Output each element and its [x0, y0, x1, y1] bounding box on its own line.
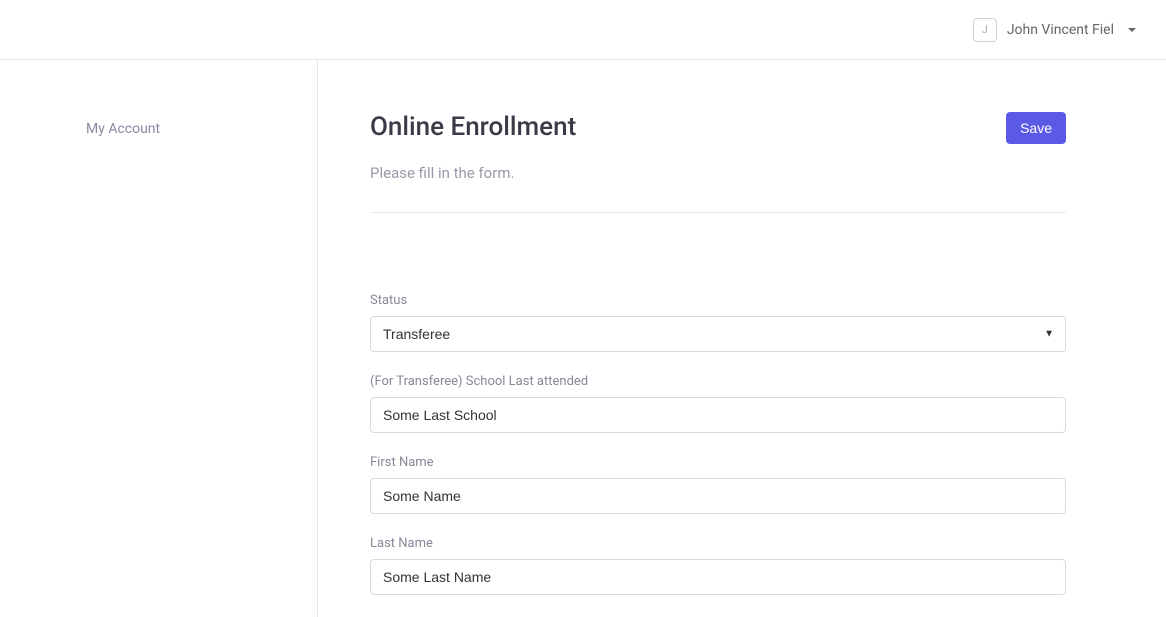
status-label: Status: [370, 293, 1066, 308]
user-name: John Vincent Fiel: [1007, 22, 1114, 38]
first-name-input[interactable]: [370, 478, 1066, 514]
last-name-input[interactable]: [370, 559, 1066, 595]
user-menu[interactable]: J John Vincent Fiel: [973, 18, 1136, 42]
page-subtitle: Please fill in the form.: [370, 164, 1066, 182]
first-name-label: First Name: [370, 455, 1066, 470]
form-group-school-last: (For Transferee) School Last attended: [370, 374, 1066, 433]
form-group-first-name: First Name: [370, 455, 1066, 514]
chevron-down-icon: [1128, 28, 1136, 32]
save-button[interactable]: Save: [1006, 112, 1066, 144]
school-last-input[interactable]: [370, 397, 1066, 433]
avatar: J: [973, 18, 997, 42]
school-last-label: (For Transferee) School Last attended: [370, 374, 1066, 389]
last-name-label: Last Name: [370, 536, 1066, 551]
status-select[interactable]: Transferee: [370, 316, 1066, 352]
sidebar-item-my-account[interactable]: My Account: [86, 121, 160, 137]
avatar-initial: J: [982, 23, 988, 36]
page-title: Online Enrollment: [370, 112, 576, 142]
form-group-status: Status Transferee ▼: [370, 293, 1066, 352]
form-group-last-name: Last Name: [370, 536, 1066, 595]
page-header: J John Vincent Fiel: [0, 0, 1166, 60]
main-content: Online Enrollment Save Please fill in th…: [318, 60, 1166, 617]
divider: [370, 212, 1066, 213]
sidebar: My Account: [0, 60, 318, 617]
